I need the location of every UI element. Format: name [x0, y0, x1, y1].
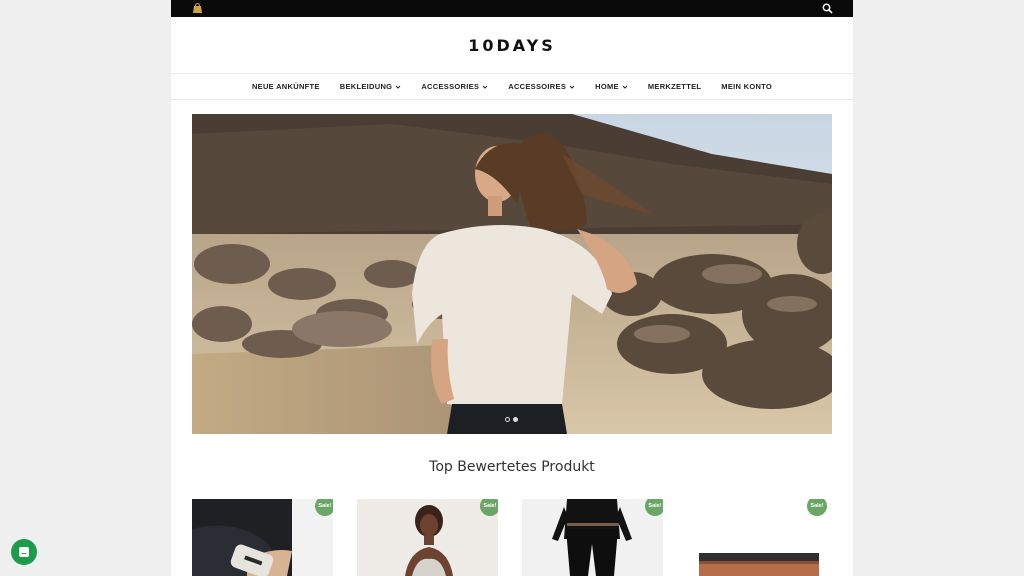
chevron-down-icon — [395, 85, 401, 89]
product-image — [357, 499, 498, 576]
top-bar — [171, 0, 853, 17]
nav-item-accessories[interactable]: ACCESSORIES — [411, 82, 498, 91]
nav-item-mein-konto[interactable]: MEIN KONTO — [711, 82, 782, 91]
chevron-down-icon — [482, 85, 488, 89]
shopping-bag-icon[interactable] — [192, 3, 203, 13]
slider-pagination — [505, 417, 518, 422]
nav-item-home[interactable]: HOME — [585, 82, 638, 91]
chat-icon — [19, 547, 29, 557]
sale-badge: Sale! — [645, 499, 663, 516]
chevron-down-icon — [569, 85, 575, 89]
nav-item-label: HOME — [595, 82, 619, 91]
site-logo[interactable]: 10DAYS — [468, 36, 556, 55]
product-image — [687, 499, 828, 576]
nav-item-accessoires[interactable]: ACCESSOIRES — [498, 82, 585, 91]
nav-item-label: ACCESSOIRES — [508, 82, 567, 91]
product-image — [522, 499, 663, 576]
sale-badge: Sale! — [315, 499, 333, 516]
nav-item-bekleidung[interactable]: BEKLEIDUNG — [330, 82, 412, 91]
chat-launcher-button[interactable] — [11, 539, 37, 565]
section-title: Top Bewertetes Produkt — [429, 459, 595, 475]
nav-item-label: NEUE ANKÜNFTE — [251, 82, 320, 91]
product-card-4[interactable]: Sale! — [687, 499, 828, 576]
product-grid: Sale! Sale! Sale! Sale! — [192, 499, 832, 576]
slider-dot-2[interactable] — [513, 417, 518, 422]
nav-item-label: MEIN KONTO — [721, 82, 773, 91]
slider-dot-1[interactable] — [505, 417, 510, 422]
product-image — [192, 499, 333, 576]
sale-badge: Sale! — [480, 499, 498, 516]
nav-item-label: MERKZETTEL — [647, 82, 702, 91]
chevron-down-icon — [622, 85, 628, 89]
product-card-3[interactable]: Sale! — [522, 499, 663, 576]
header: 10DAYS — [171, 17, 853, 74]
nav-item-merkzettel[interactable]: MERKZETTEL — [638, 82, 711, 91]
hero-image — [192, 114, 832, 434]
main-navigation: NEUE ANKÜNFTE BEKLEIDUNG ACCESSORIES ACC… — [171, 74, 853, 100]
search-icon[interactable] — [822, 3, 833, 14]
product-card-2[interactable]: Sale! — [357, 499, 498, 576]
nav-item-label: ACCESSORIES — [421, 82, 480, 91]
hero-slider[interactable] — [192, 114, 832, 434]
product-card-1[interactable]: Sale! — [192, 499, 333, 576]
nav-item-label: BEKLEIDUNG — [339, 82, 393, 91]
nav-item-neue-ankuenfte[interactable]: NEUE ANKÜNFTE — [242, 82, 330, 91]
page: 10DAYS NEUE ANKÜNFTE BEKLEIDUNG ACCESSOR… — [171, 0, 853, 576]
